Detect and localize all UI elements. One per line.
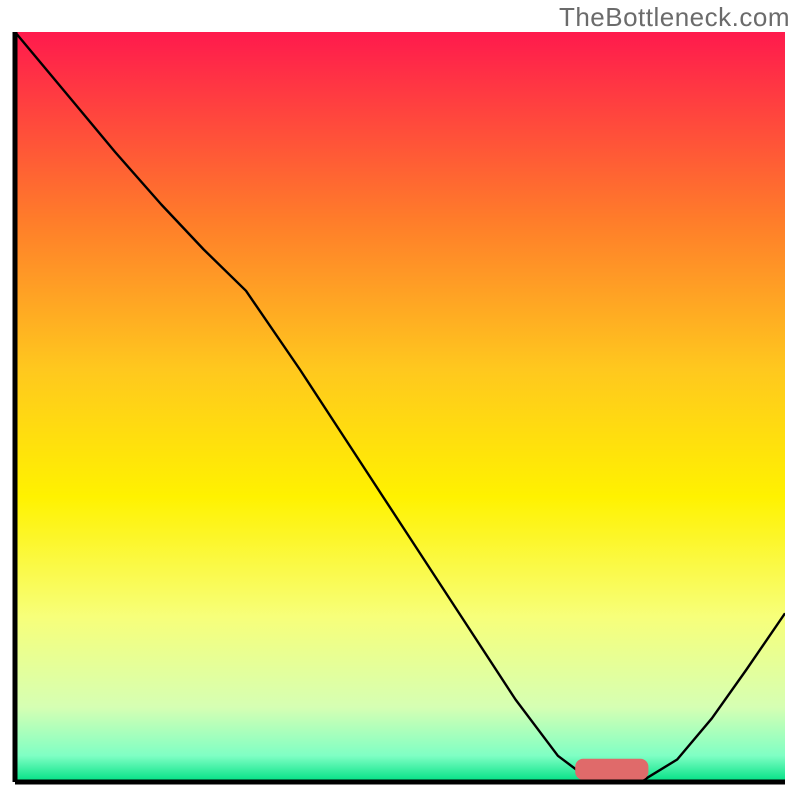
gradient-background xyxy=(15,32,785,782)
chart-svg xyxy=(0,0,800,800)
chart-container: TheBottleneck.com xyxy=(0,0,800,800)
bottleneck-marker xyxy=(575,759,648,780)
